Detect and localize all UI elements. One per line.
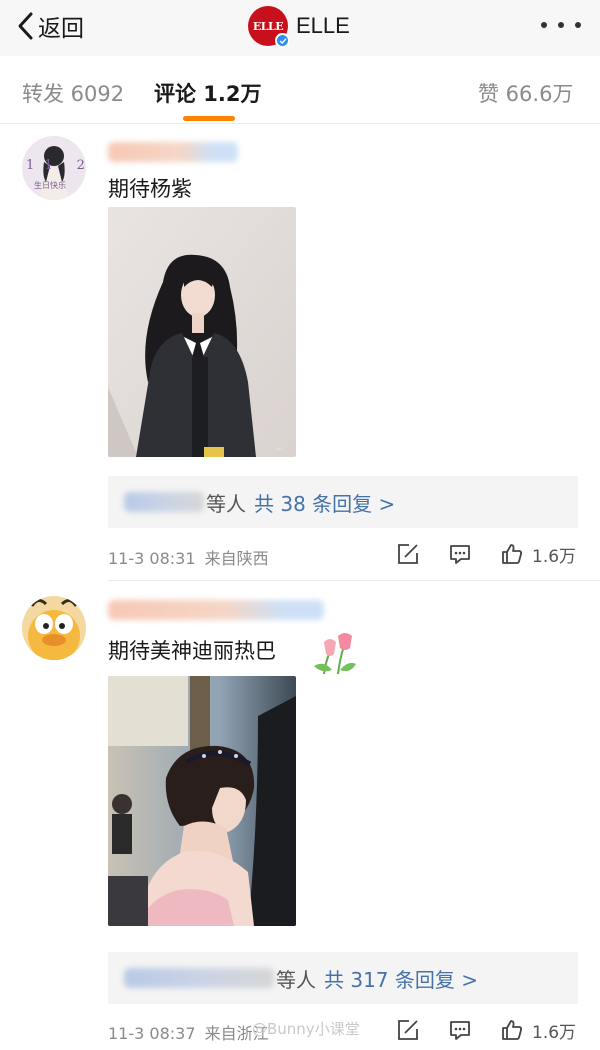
- like-count: 1.6万: [532, 1022, 577, 1043]
- comment-image[interactable]: ⋯: [108, 207, 296, 457]
- replies-link[interactable]: 共 38 条回复 >: [254, 488, 395, 517]
- thumbs-up-icon: [502, 544, 522, 564]
- tab-comment[interactable]: 评论 1.2万: [154, 78, 262, 108]
- comment-divider: [108, 580, 600, 581]
- replies-summary[interactable]: 等人 共 317 条回复 >: [108, 952, 578, 1004]
- commenter-avatar[interactable]: 11 26 生日快乐: [22, 136, 86, 200]
- share-edit-icon: [398, 544, 418, 564]
- tulip-emoji-icon: [314, 633, 356, 675]
- comment-text: 期待美神迪丽热巴: [108, 639, 276, 663]
- top-navigation-bar: 返回 ELLE ELLE: [0, 0, 600, 56]
- comment-bubble-icon: [450, 545, 470, 564]
- comment-actions: 1.6万: [396, 540, 580, 568]
- repost-button[interactable]: [396, 1016, 420, 1044]
- tab-like[interactable]: 赞 66.6万: [478, 78, 573, 108]
- blurred-reply-names: [124, 492, 204, 512]
- like-button[interactable]: 1.6万: [500, 1016, 576, 1044]
- timestamp: 11-3 08:37: [108, 1024, 196, 1043]
- comment-actions: 1.6万: [396, 1016, 580, 1044]
- avatar-caption: 生日快乐: [34, 181, 66, 190]
- comment-meta: 11-3 08:31 来自陕西: [108, 545, 269, 569]
- tab-bar: 转发 6092 评论 1.2万 赞 66.6万: [0, 58, 600, 124]
- location: 来自陕西: [204, 549, 269, 568]
- reply-button[interactable]: [448, 540, 472, 568]
- commenter-avatar[interactable]: [22, 596, 86, 660]
- reply-button[interactable]: [448, 1016, 472, 1044]
- comment-meta: 11-3 08:37 来自浙江: [108, 1020, 269, 1044]
- active-tab-indicator: [183, 116, 235, 121]
- like-button[interactable]: 1.6万: [500, 540, 576, 568]
- more-options-icon[interactable]: [541, 18, 581, 32]
- comment-image[interactable]: [108, 676, 296, 926]
- blurred-username[interactable]: [108, 142, 238, 162]
- chevron-left-icon: [18, 12, 33, 40]
- account-header[interactable]: ELLE ELLE: [248, 6, 350, 48]
- like-count: 1.6万: [532, 546, 577, 567]
- repost-button[interactable]: [396, 540, 420, 568]
- timestamp: 11-3 08:31: [108, 549, 196, 568]
- account-avatar-logo: ELLE: [252, 19, 284, 33]
- blurred-username[interactable]: [108, 600, 324, 620]
- replies-tail: 等人: [276, 967, 316, 992]
- replies-summary[interactable]: 等人 共 38 条回复 >: [108, 476, 578, 528]
- avatar-numerals: 11 26: [26, 158, 86, 173]
- verified-badge-icon: [275, 33, 290, 48]
- account-avatar[interactable]: ELLE: [248, 6, 290, 48]
- share-edit-icon: [398, 1020, 418, 1040]
- comment-bubble-icon: [450, 1021, 470, 1040]
- back-label: 返回: [38, 16, 84, 42]
- back-button[interactable]: 返回: [16, 8, 84, 44]
- comment-text: 期待杨紫: [108, 177, 192, 201]
- account-name: ELLE: [296, 13, 350, 38]
- replies-tail: 等人: [206, 491, 246, 516]
- watermark: @Bunny小课堂: [252, 1020, 360, 1038]
- replies-link[interactable]: 共 317 条回复 >: [324, 964, 478, 993]
- svg-text:⋯: ⋯: [276, 445, 283, 453]
- blurred-reply-names: [124, 968, 274, 988]
- tab-repost[interactable]: 转发 6092: [22, 78, 124, 108]
- thumbs-up-icon: [502, 1020, 522, 1040]
